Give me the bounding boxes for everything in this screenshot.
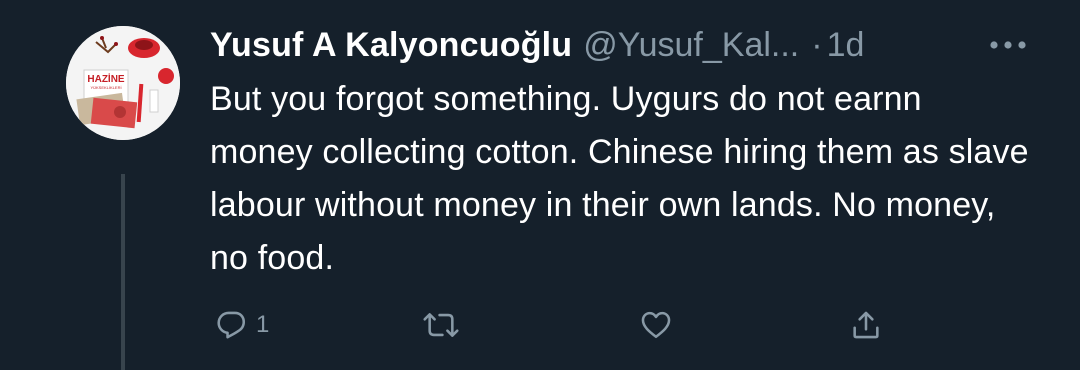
retweet-button[interactable] [421, 300, 461, 350]
retweet-icon [423, 313, 459, 337]
heart-icon [641, 311, 671, 339]
like-button[interactable] [638, 300, 674, 350]
avatar-image: HAZİNE YÜKSEKLİKLERİ [66, 26, 180, 140]
author-name[interactable]: Yusuf A Kalyoncuoğlu [210, 26, 572, 65]
avatar[interactable]: HAZİNE YÜKSEKLİKLERİ [66, 26, 180, 140]
tweet-header: Yusuf A Kalyoncuoğlu @Yusuf_Kal... · 1d [210, 22, 864, 68]
book-title: HAZİNE [87, 72, 125, 85]
reply-button[interactable]: 1 [214, 300, 269, 350]
more-horizontal-icon [990, 41, 1026, 49]
header-separator: · [811, 25, 823, 64]
book-subtitle: YÜKSEKLİKLERİ [90, 85, 121, 90]
more-options-button[interactable] [986, 28, 1030, 62]
reply-count: 1 [256, 311, 270, 338]
tweet-actions: 1 [0, 300, 1080, 350]
share-button[interactable] [848, 300, 884, 350]
author-handle[interactable]: @Yusuf_Kal... [583, 26, 799, 65]
tweet-text: But you forgot something. Uygurs do not … [210, 80, 1029, 277]
reply-bubble-icon [217, 311, 246, 339]
tweet-age[interactable]: 1d [827, 26, 865, 65]
share-icon [853, 311, 879, 339]
